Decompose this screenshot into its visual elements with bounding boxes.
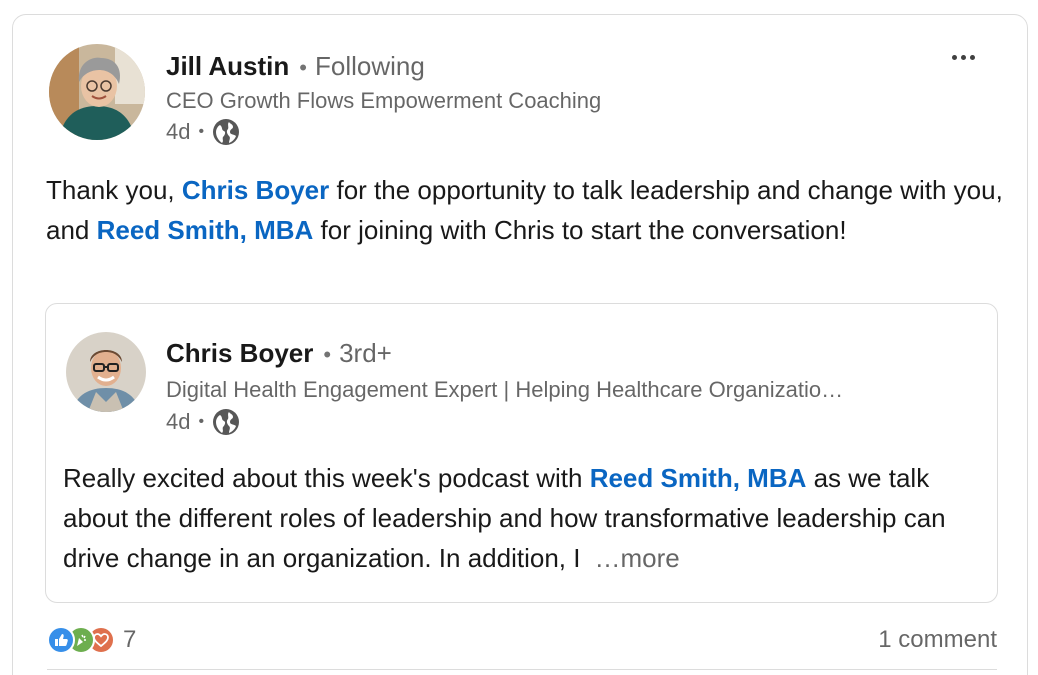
shared-post-time: 4d [166, 409, 191, 434]
menu-dot [969, 54, 975, 60]
post-card: Jill Austin • Following CEO Growth Flows E… [12, 14, 1028, 675]
meta-separator: • [198, 123, 205, 140]
mention-reed-smith[interactable]: Reed Smith, MBA [97, 215, 314, 245]
more-options-button[interactable] [943, 47, 983, 67]
relation-status[interactable]: Following [315, 51, 425, 81]
globe-icon [212, 118, 240, 146]
reactions-summary[interactable]: 7 [47, 626, 136, 654]
post-text: Thank you, Chris Boyer for the opportuni… [46, 170, 1006, 250]
shared-post[interactable]: Chris Boyer • 3rd+ Digital Health Engageme… [45, 303, 998, 603]
post-time: 4d [166, 119, 191, 144]
shared-author-avatar[interactable] [66, 332, 146, 412]
menu-dot [960, 54, 966, 60]
author-name-row: Jill Austin • Following [166, 51, 425, 82]
see-more-button[interactable]: …more [594, 543, 679, 573]
post-meta: 4d • [166, 118, 240, 146]
comments-count[interactable]: 1 comment [878, 626, 997, 654]
shared-author-name-row: Chris Boyer • 3rd+ [166, 338, 392, 369]
shared-post-text: Really excited about this week's podcast… [63, 458, 983, 578]
reaction-count[interactable]: 7 [123, 626, 136, 654]
divider [47, 669, 997, 670]
author-name[interactable]: Jill Austin [166, 51, 289, 81]
shared-text-part1: Really excited about this week's podcast… [63, 463, 590, 493]
social-counts: 7 1 comment [47, 622, 997, 662]
relation-separator: • [299, 55, 307, 80]
post-text-part1: Thank you, [46, 175, 182, 205]
author-headline: CEO Growth Flows Empowerment Coaching [166, 88, 602, 113]
mention-reed-smith[interactable]: Reed Smith, MBA [590, 463, 807, 493]
more-horizontal-icon [951, 54, 957, 60]
shared-post-meta: 4d • [166, 408, 240, 436]
shared-relation-separator: • [323, 342, 332, 367]
shared-author-name[interactable]: Chris Boyer [166, 338, 313, 368]
author-avatar[interactable] [49, 44, 145, 140]
post-text-part3: for joining with Chris to start the conv… [313, 215, 847, 245]
mention-chris-boyer[interactable]: Chris Boyer [182, 175, 329, 205]
like-icon [47, 626, 75, 654]
globe-icon [212, 408, 240, 436]
shared-author-headline: Digital Health Engagement Expert | Helpi… [166, 377, 844, 402]
shared-relation-status: 3rd+ [339, 338, 392, 368]
shared-meta-separator: • [198, 413, 205, 430]
